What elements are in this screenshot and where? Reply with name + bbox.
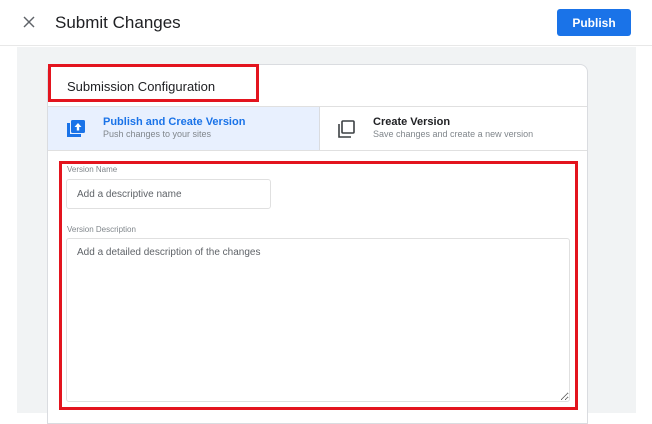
- option-subtitle: Push changes to your sites: [103, 129, 212, 139]
- option-subtitle: Save changes and create a new version: [373, 129, 534, 139]
- option-title: Publish and Create Version: [103, 116, 246, 128]
- top-bar: Submit Changes Publish: [0, 0, 652, 46]
- copy-version-icon: [338, 120, 355, 138]
- option-title: Create Version: [373, 116, 451, 128]
- publish-button[interactable]: Publish: [557, 9, 631, 36]
- options-divider: [48, 150, 587, 151]
- option-publish-and-create-version[interactable]: Publish and Create Version Push changes …: [48, 107, 320, 150]
- close-button[interactable]: [18, 11, 40, 33]
- version-description-label: Version Description: [67, 225, 136, 234]
- card-header: Submission Configuration: [48, 65, 587, 107]
- version-description-input[interactable]: [66, 238, 570, 402]
- page-title: Submit Changes: [55, 13, 181, 32]
- publish-upload-icon: [67, 120, 85, 137]
- option-create-version[interactable]: Create Version Save changes and create a…: [320, 107, 587, 150]
- version-name-input[interactable]: [66, 179, 271, 209]
- card-title: Submission Configuration: [67, 79, 216, 94]
- close-icon: [23, 16, 35, 28]
- version-name-label: Version Name: [67, 165, 118, 174]
